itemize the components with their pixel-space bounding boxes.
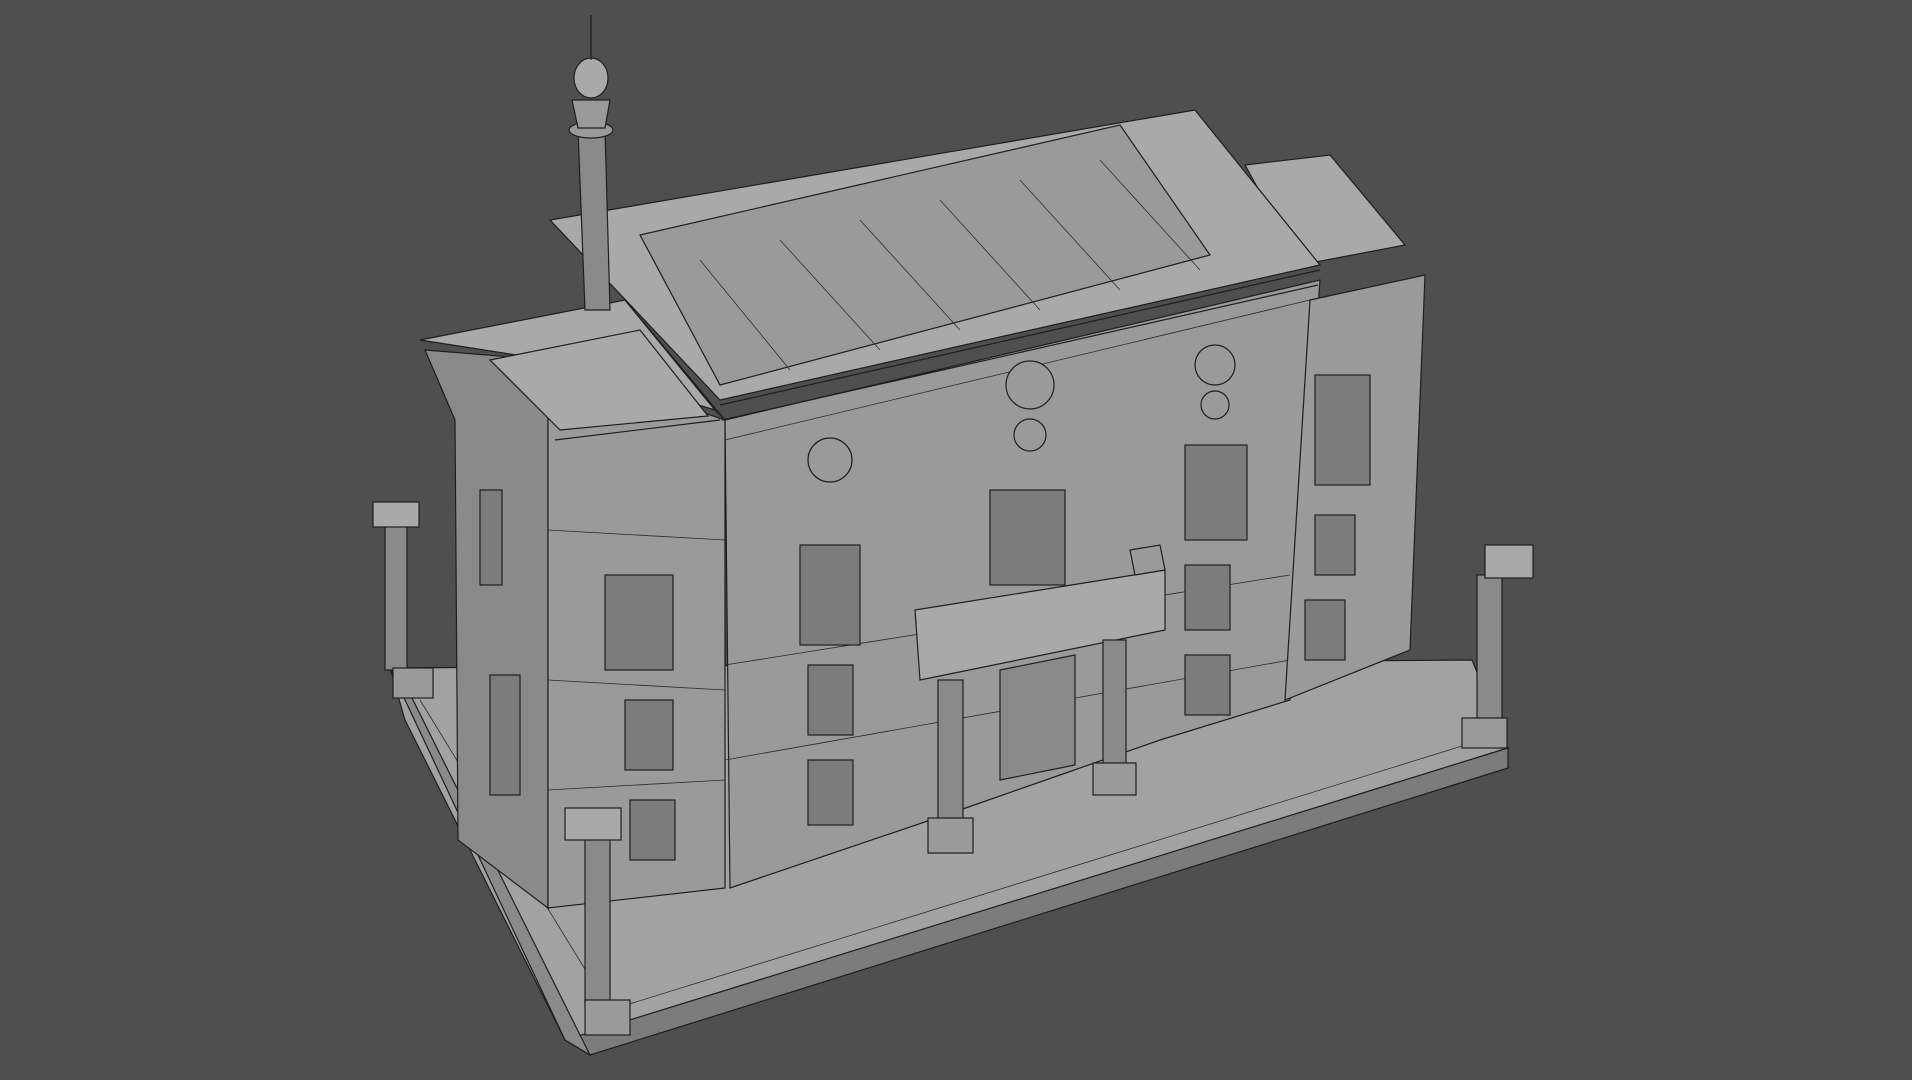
3d-viewport[interactable] (0, 0, 1912, 1080)
spire (568, 15, 614, 311)
building-model (372, 15, 1534, 1057)
